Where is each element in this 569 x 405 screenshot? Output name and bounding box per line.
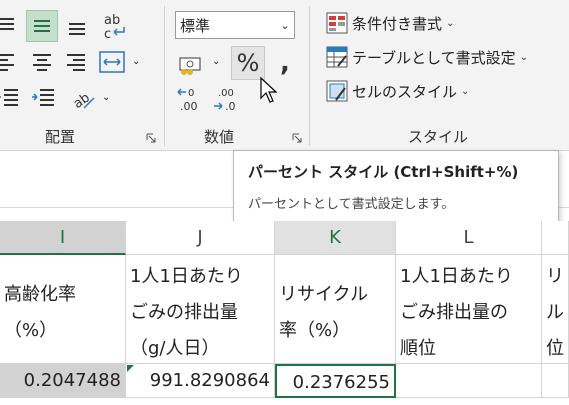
increase-decimal-icon[interactable]: 0.00 [176,86,208,114]
conditional-formatting-button[interactable]: 条件付き書式 ⌄ [326,12,454,34]
ribbon: ab c ⌄ ab ⌄ 配置 標準 ⌄ ⌄ % , 0 .00 .00 .0 数… [0,0,569,151]
header-line: 位 [546,338,564,359]
align-center-icon[interactable] [30,50,54,74]
cell-m-header[interactable]: リ ル 位 [542,255,569,364]
number-format-value: 標準 [180,16,211,35]
decrease-indent-icon[interactable] [0,86,20,110]
align-left-icon[interactable] [0,50,18,74]
middle-align-icon[interactable] [26,10,58,42]
format-as-table-label: テーブルとして書式設定 [352,48,516,67]
accounting-format-icon[interactable] [178,52,206,76]
tooltip-description: パーセントとして書式設定します。 [248,197,455,212]
decrease-decimal-icon[interactable]: .00.0 [212,86,244,114]
number-format-combobox[interactable]: 標準 ⌄ [175,11,295,39]
cell-k-value[interactable]: 0.2376255 [275,364,396,398]
orientation-icon[interactable]: ab [70,84,98,112]
tooltip-title: パーセント スタイル (Ctrl+Shift+%) [248,163,519,181]
chevron-down-icon: ⌄ [461,85,470,97]
wrap-text-icon[interactable]: ab c [100,10,130,42]
cell-l-value[interactable] [396,364,542,398]
svg-text:.00: .00 [218,88,234,99]
header-line: ごみ排出量の [400,302,508,323]
comma-icon: , [280,48,290,78]
number-group-label: 数値 [204,128,235,146]
alignment-dialog-launcher-icon[interactable] [146,128,156,143]
header-line: （%） [4,320,58,341]
number-dialog-launcher-icon[interactable] [292,128,302,143]
column-header-j[interactable]: J [126,221,275,255]
header-line: ごみの排出量 [130,302,238,323]
header-line: 1人1日あたり [400,266,513,287]
comma-style-button[interactable]: , [272,48,298,78]
header-line: 高齢化率 [4,284,76,305]
column-header-i[interactable]: I [0,221,126,255]
header-line: 率（%） [279,320,351,341]
chevron-down-icon[interactable]: ⌄ [276,19,294,32]
column-header-k[interactable]: K [275,221,396,255]
cell-j-header[interactable]: 1人1日あたり ごみの排出量 （g/人日） [126,255,275,364]
group-separator [164,6,165,146]
orientation-dropdown-caret[interactable]: ⌄ [102,92,110,103]
header-line: 順位 [400,338,436,359]
percent-style-tooltip: パーセント スタイル (Ctrl+Shift+%) パーセントとして書式設定しま… [233,150,559,223]
group-separator [309,6,310,146]
cell-k-header[interactable]: リサイクル 率（%） [275,255,396,364]
header-line: 1人1日あたり [130,266,243,287]
error-indicator-triangle [127,365,134,372]
svg-text:0: 0 [188,88,194,99]
column-header-m[interactable] [542,221,569,255]
conditional-formatting-label: 条件付き書式 [352,14,443,33]
mouse-cursor-icon [259,76,278,108]
header-line: （g/人日） [130,338,220,359]
accounting-dropdown-caret[interactable]: ⌄ [212,56,220,67]
cell-styles-icon [326,80,348,102]
cell-styles-label: セルのスタイル [352,82,458,101]
format-as-table-button[interactable]: テーブルとして書式設定 ⌄ [326,46,528,68]
chevron-down-icon: ⌄ [519,51,529,63]
styles-group-label: スタイル [408,128,469,146]
percent-icon: % [236,49,260,77]
format-as-table-icon [326,46,348,68]
cell-i-value[interactable]: 0.2047488 [0,364,126,398]
top-align-icon[interactable] [0,14,18,38]
chevron-down-icon: ⌄ [446,17,455,29]
percent-style-button[interactable]: % [231,46,265,80]
increase-indent-icon[interactable] [30,86,56,110]
header-line: ル [546,302,564,323]
cell-styles-button[interactable]: セルのスタイル ⌄ [326,80,469,102]
cell-l-header[interactable]: 1人1日あたり ごみ排出量の 順位 [396,255,542,364]
header-line: リサイクル [279,284,369,305]
svg-text:ab: ab [104,13,120,28]
alignment-group-label: 配置 [45,128,76,146]
svg-text:c: c [104,27,111,42]
header-line: リ [546,266,564,287]
merge-center-icon[interactable] [98,48,126,76]
column-header-l[interactable]: L [396,221,542,255]
cell-m-value[interactable] [542,364,569,398]
svg-text:.0: .0 [225,100,236,113]
merge-dropdown-caret[interactable]: ⌄ [132,56,140,67]
cell-j-value[interactable]: 991.8290864 [126,364,275,398]
align-right-icon[interactable] [64,50,88,74]
bottom-align-icon[interactable] [64,14,90,40]
conditional-formatting-icon [326,12,348,34]
svg-text:ab: ab [71,90,93,112]
svg-text:.00: .00 [180,100,198,113]
cell-i-header[interactable]: 高齢化率 （%） [0,255,126,364]
